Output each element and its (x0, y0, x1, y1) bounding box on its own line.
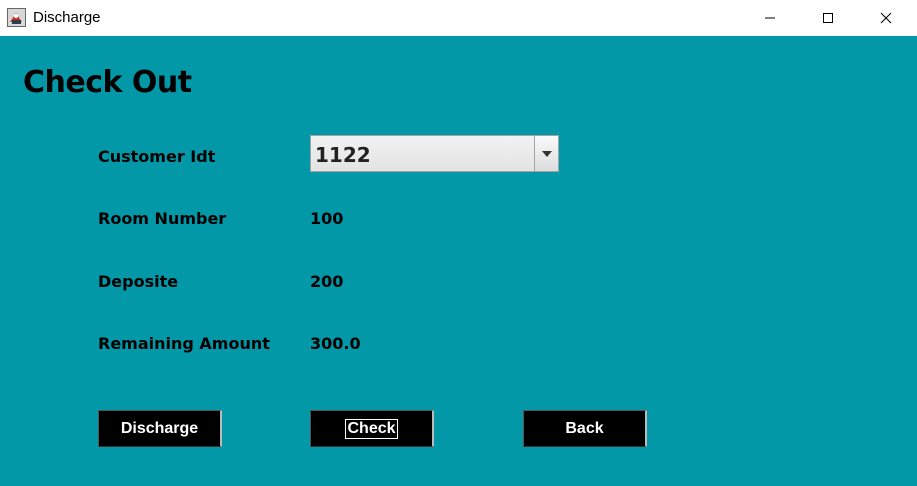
window-title: Discharge (33, 9, 101, 26)
back-button[interactable]: Back (523, 410, 647, 447)
discharge-button[interactable]: Discharge (98, 410, 222, 447)
back-button-label: Back (565, 419, 604, 437)
maximize-icon (823, 13, 833, 23)
customer-id-label: Customer Idt (98, 147, 216, 166)
maximize-button[interactable] (805, 0, 851, 36)
dropdown-arrow-button[interactable] (534, 136, 558, 171)
minimize-button[interactable] (747, 0, 793, 36)
page-title: Check Out (23, 65, 192, 100)
deposit-value: 200 (310, 272, 344, 291)
check-button-label: Check (345, 418, 398, 439)
remaining-amount-label: Remaining Amount (98, 334, 270, 353)
chevron-down-icon (541, 150, 552, 157)
close-icon (880, 12, 892, 24)
remaining-amount-value: 300.0 (310, 334, 361, 353)
room-number-value: 100 (310, 209, 344, 228)
title-bar: Discharge (0, 0, 917, 36)
minimize-icon (765, 17, 775, 19)
customer-id-dropdown[interactable]: 1122 (310, 135, 559, 172)
room-number-label: Room Number (98, 209, 227, 228)
check-button[interactable]: Check (310, 410, 434, 447)
checkout-panel: Check Out Customer Idt 1122 Room Number … (0, 36, 917, 486)
java-app-icon (7, 8, 26, 27)
close-button[interactable] (863, 0, 909, 36)
deposit-label: Deposite (98, 272, 179, 291)
discharge-button-label: Discharge (120, 419, 199, 437)
customer-id-value: 1122 (315, 143, 371, 167)
